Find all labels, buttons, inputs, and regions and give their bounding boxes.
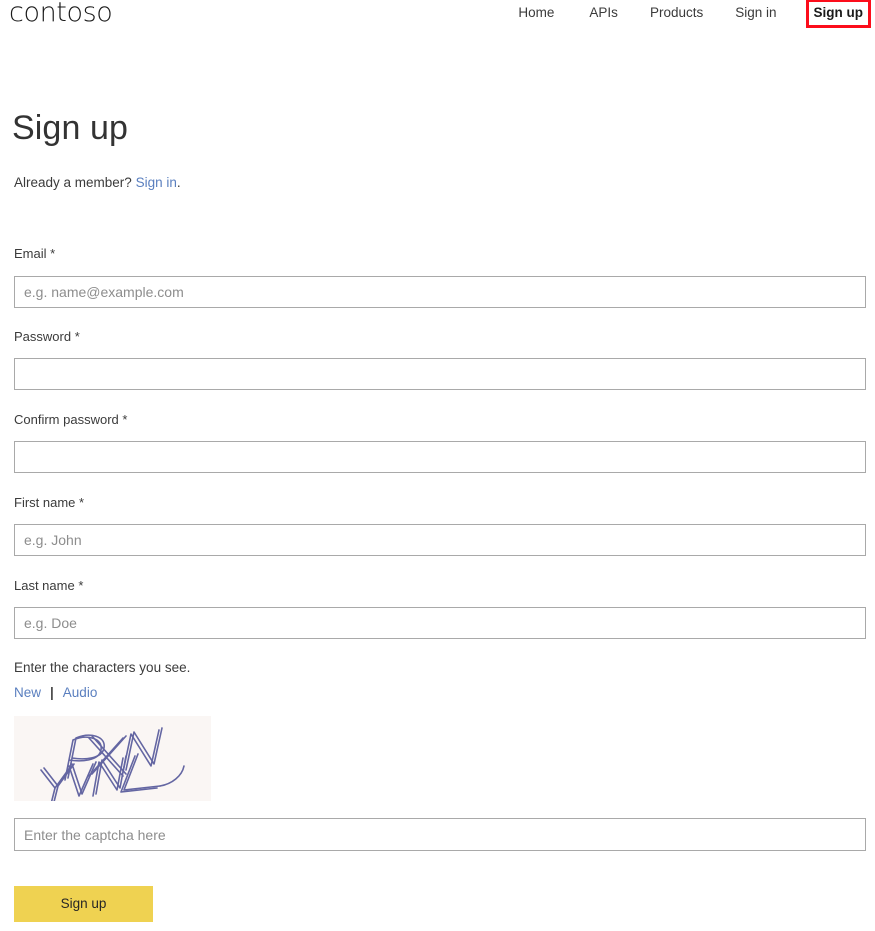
captcha-input[interactable] [14,818,866,851]
sign-in-link[interactable]: Sign in [136,175,177,190]
nav-link-sign-in[interactable]: Sign in [735,5,776,21]
captcha-separator: | [50,685,54,700]
email-input[interactable] [14,276,866,308]
member-line-period: . [176,175,181,190]
brand-logo[interactable]: contoso [9,0,113,28]
captcha-glyphs [40,727,185,801]
site-header: contoso Home APIs Products Sign in Sign … [0,0,875,30]
password-input[interactable] [14,358,866,390]
nav-link-apis[interactable]: APIs [589,5,618,21]
captcha-prompt: Enter the characters you see. [14,660,191,675]
nav-link-home[interactable]: Home [518,5,554,21]
last-name-label: Last name * [14,578,84,593]
first-name-input[interactable] [14,524,866,556]
captcha-audio-link[interactable]: Audio [63,684,98,702]
nav-link-sign-up[interactable]: Sign up [805,0,871,28]
main-navigation: Home APIs Products Sign in Sign up [518,0,875,28]
confirm-password-label: Confirm password * [14,412,128,427]
sign-up-submit-button[interactable]: Sign up [14,886,153,922]
captcha-new-link[interactable]: New [14,684,41,702]
first-name-label: First name * [14,495,85,510]
captcha-image [14,716,211,801]
last-name-input[interactable] [14,607,866,639]
page-title: Sign up [12,109,129,147]
already-member-text: Already a member? [14,175,132,190]
captcha-actions: New | Audio [14,684,97,702]
nav-link-products[interactable]: Products [650,5,703,21]
already-member-line: Already a member? Sign in. [14,174,181,192]
email-label: Email * [14,246,56,261]
confirm-password-input[interactable] [14,441,866,473]
password-label: Password * [14,329,80,344]
